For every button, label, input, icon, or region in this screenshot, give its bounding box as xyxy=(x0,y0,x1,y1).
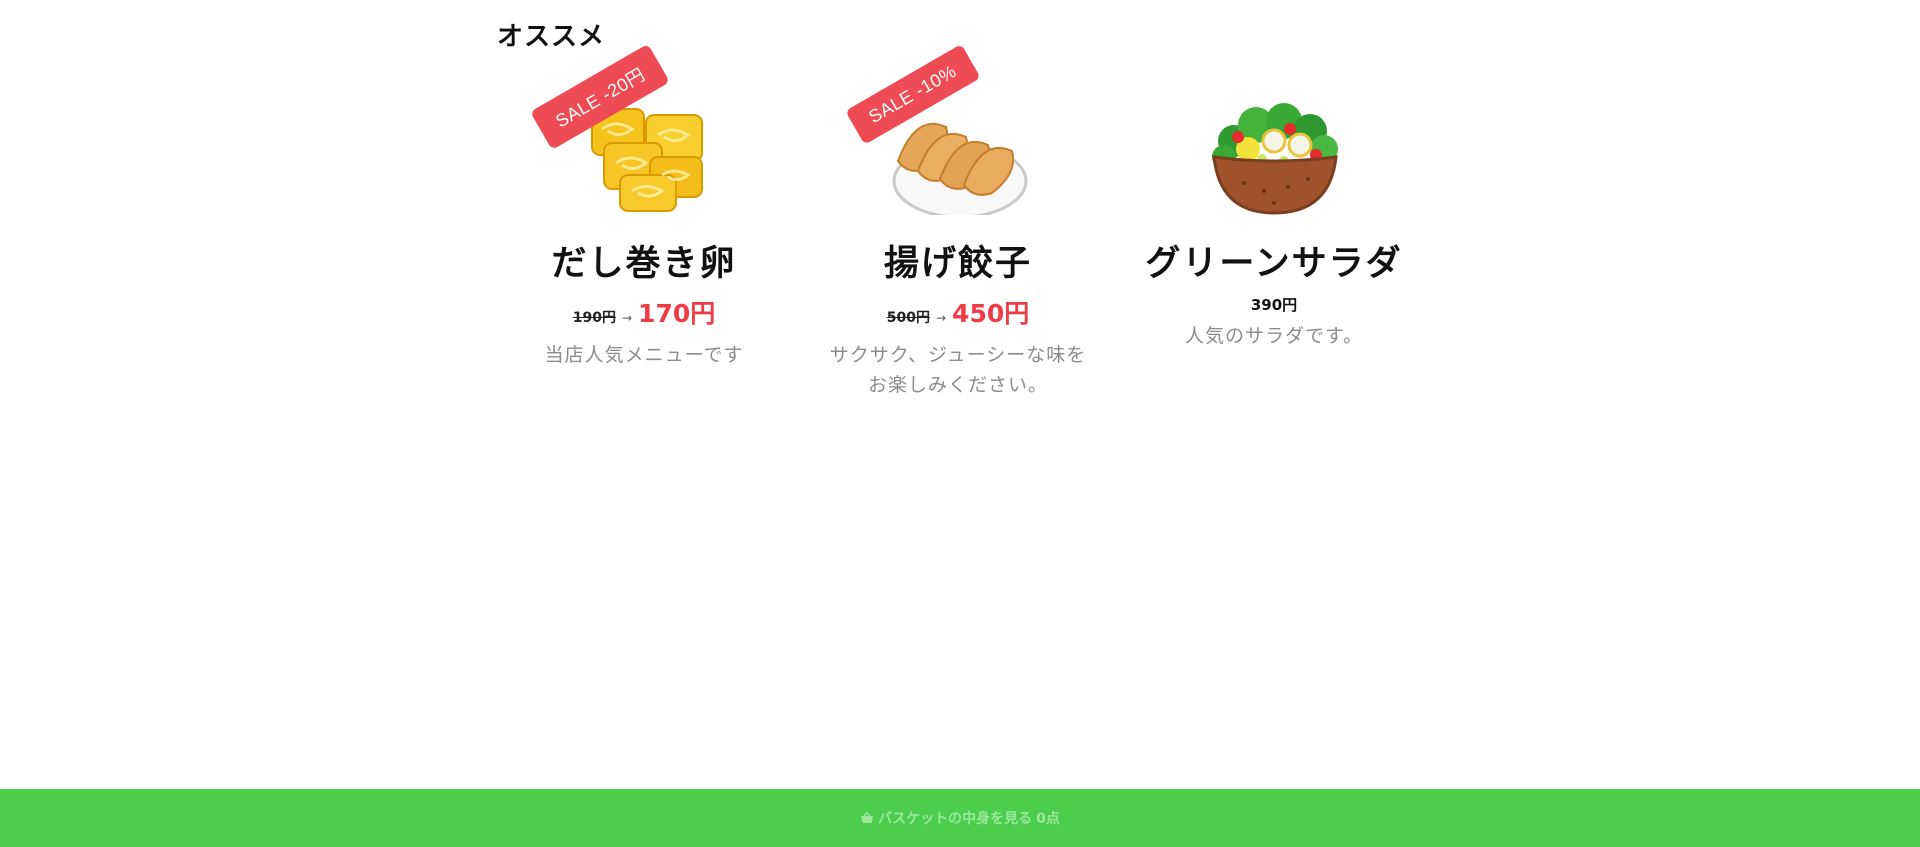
green-salad-image xyxy=(1212,103,1338,215)
product-list: SALE -20円 だし巻き卵 190円 → 170円 当店人気メニューです S… xyxy=(0,0,1920,847)
basket-count: 0点 xyxy=(1036,811,1060,827)
original-price: 500円 xyxy=(886,310,930,326)
product-image-area[interactable] xyxy=(1134,55,1414,215)
product-description: 人気のサラダです。 xyxy=(1184,325,1364,347)
product-name[interactable]: 揚げ餃子 xyxy=(818,235,1098,286)
product-image-area[interactable]: SALE -10% xyxy=(818,44,1098,215)
view-basket-button[interactable]: バスケットの中身を見る 0点 xyxy=(0,789,1920,847)
product-name[interactable]: グリーンサラダ xyxy=(1134,235,1414,286)
product-card-gyoza[interactable]: SALE -10% 揚げ餃子 500円 → 450円 サクサク、ジューシーな味を… xyxy=(818,44,1098,400)
price-arrow-icon: → xyxy=(621,311,633,325)
product-description-line: お楽しみください。 xyxy=(867,374,1048,396)
price-row: 190円 → 170円 xyxy=(504,294,784,330)
product-description-line: サクサク、ジューシーな味を xyxy=(829,344,1087,366)
product-card-dashimaki[interactable]: SALE -20円 だし巻き卵 190円 → 170円 当店人気メニューです xyxy=(504,44,784,370)
basket-icon xyxy=(861,812,874,823)
product-image-area[interactable]: SALE -20円 xyxy=(504,44,784,215)
sale-price: 450円 xyxy=(952,299,1030,328)
page: オススメ SALE -20円 だし巻き卵 190円 → 170円 当店人気メニュ… xyxy=(0,0,1920,847)
product-name[interactable]: だし巻き卵 xyxy=(504,235,784,286)
product-card-salad[interactable]: グリーンサラダ 390円 人気のサラダです。 xyxy=(1134,55,1414,351)
product-description: サクサク、ジューシーな味を お楽しみください。 xyxy=(818,340,1098,400)
product-description: 当店人気メニューです xyxy=(544,344,744,366)
basket-label: バスケットの中身を見る xyxy=(878,811,1033,827)
price-row: 500円 → 450円 xyxy=(818,294,1098,330)
sale-price: 170円 xyxy=(638,299,716,328)
price-arrow-icon: → xyxy=(935,311,947,325)
original-price: 190円 xyxy=(572,310,616,326)
product-price: 390円 xyxy=(1250,296,1298,314)
